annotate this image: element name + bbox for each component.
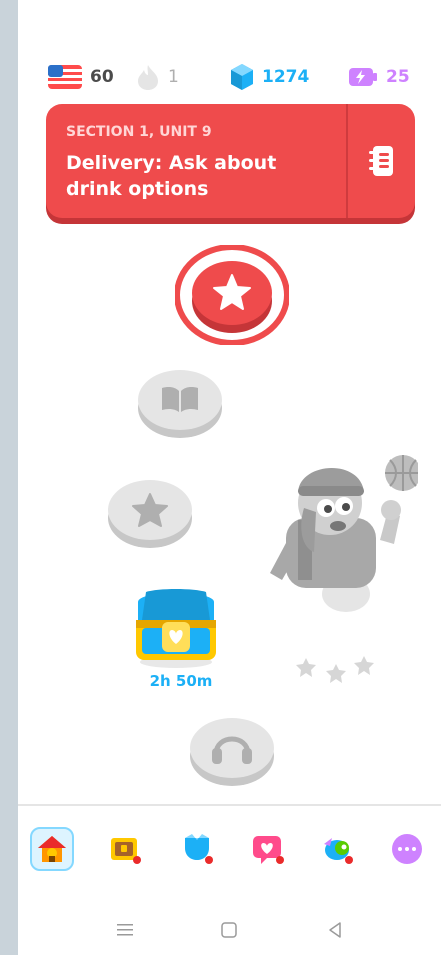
recent-apps-button[interactable] — [110, 915, 140, 945]
treasure-chest-icon — [136, 589, 216, 668]
locked-star-node[interactable] — [106, 474, 194, 554]
system-navigation-bar — [18, 905, 441, 955]
flame-icon — [138, 65, 158, 90]
section-label: SECTION 1, UNIT 9 — [66, 124, 212, 140]
energy-stat[interactable]: 25 — [348, 62, 410, 92]
headphones-icon — [190, 718, 274, 786]
home-system-button[interactable] — [214, 915, 244, 945]
nav-home[interactable] — [30, 827, 74, 871]
square-icon — [221, 922, 237, 938]
more-icon — [392, 834, 422, 864]
unit-title: Delivery: Ask about drink options — [66, 152, 277, 200]
notebook-icon — [368, 146, 393, 176]
character-illustration — [270, 455, 421, 612]
home-icon — [38, 836, 66, 862]
gem-icon — [231, 64, 253, 90]
menu-lines-icon — [117, 924, 133, 936]
nav-more[interactable] — [384, 826, 430, 872]
nav-quests[interactable] — [102, 826, 148, 872]
locked-listening-node[interactable] — [188, 712, 276, 792]
star-lesson-icon — [174, 244, 290, 346]
chest-timer: 2h 50m — [149, 672, 213, 690]
course-value: 60 — [90, 67, 114, 87]
streak-stat[interactable]: 1 — [136, 62, 179, 92]
health-heart-icon — [253, 836, 284, 864]
stats-bar: 60 1 1274 25 — [18, 62, 441, 92]
energy-battery-icon — [349, 68, 377, 86]
mascot-character — [268, 448, 421, 622]
gems-stat[interactable]: 1274 — [230, 62, 309, 92]
streak-value: 1 — [168, 67, 179, 87]
nav-leaderboards[interactable] — [174, 826, 220, 872]
back-system-button[interactable] — [320, 915, 350, 945]
nav-health[interactable] — [244, 826, 290, 872]
unit-header-card[interactable]: SECTION 1, UNIT 9 Delivery: Ask about dr… — [46, 104, 415, 218]
current-lesson-node[interactable] — [174, 244, 290, 349]
back-triangle-icon — [329, 922, 341, 938]
locked-book-node[interactable] — [136, 364, 224, 444]
stars-icon — [296, 656, 374, 683]
app-screen: 60 1 1274 25 SECTION 1, UNIT 9 Delivery:… — [18, 0, 441, 955]
us-flag-icon — [48, 65, 82, 89]
quests-chest-icon — [111, 838, 141, 864]
nav-shop[interactable] — [314, 826, 360, 872]
course-stat[interactable]: 60 — [48, 62, 114, 92]
unit-stars-decoration — [296, 652, 376, 690]
shop-icon — [324, 838, 353, 864]
star-icon — [108, 480, 192, 548]
energy-value: 25 — [386, 67, 410, 87]
gems-value: 1274 — [262, 67, 310, 87]
leaderboard-icon — [185, 834, 213, 864]
guidebook-button[interactable] — [348, 104, 415, 218]
reward-chest-node[interactable] — [128, 582, 224, 672]
book-icon — [138, 370, 222, 438]
bottom-navigation — [18, 804, 441, 886]
